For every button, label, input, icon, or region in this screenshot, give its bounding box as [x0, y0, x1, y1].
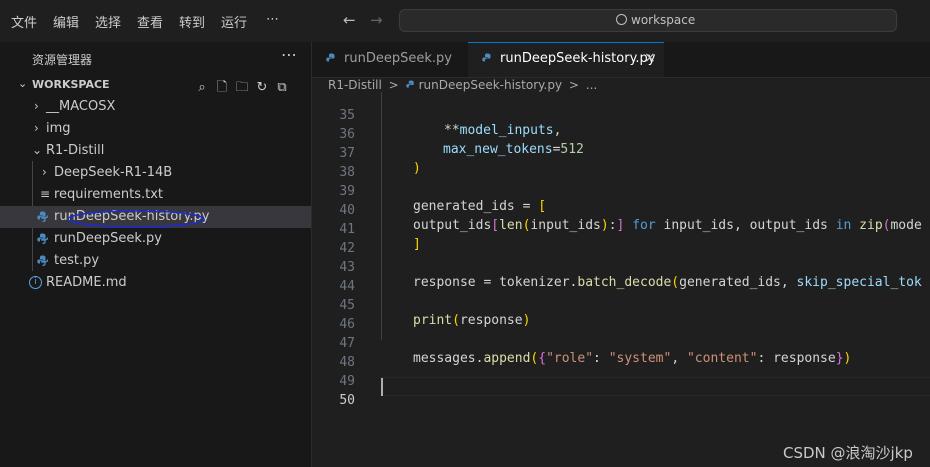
more-actions-icon[interactable]: ⋯	[281, 45, 297, 64]
watermark: CSDN @浪淘沙jkp	[783, 444, 913, 462]
python-file-icon	[326, 53, 335, 62]
tree-item-rundeepseek-history[interactable]: runDeepSeek-history.py	[0, 206, 311, 228]
tree-item-r1-distill[interactable]: ⌄ R1-Distill	[0, 140, 311, 162]
tree-item-label: DeepSeek-R1-14B	[54, 165, 173, 180]
tree-item-test[interactable]: test.py	[0, 250, 311, 272]
tree-item-macosx[interactable]: › __MACOSX	[0, 96, 311, 118]
workspace-header[interactable]: ⌄ WORKSPACE ⌕ 🗋 🗀 ↻ ⧉	[0, 74, 311, 96]
back-arrow-icon[interactable]: ←	[343, 11, 356, 29]
explorer-sidebar: 资源管理器 ⋯ ⌄ WORKSPACE ⌕ 🗋 🗀 ↻ ⧉ › __MACOSX › i…	[0, 42, 312, 467]
code-line: 44	[312, 264, 930, 294]
code-line: 50	[312, 378, 930, 408]
code-line: 39 generated_ids = [	[312, 169, 930, 214]
code-line: 48	[312, 340, 930, 370]
search-icon	[616, 14, 627, 25]
line-number: 50	[339, 393, 355, 408]
python-file-icon	[37, 233, 48, 244]
tree-item-label: img	[46, 121, 71, 136]
code-line: 43 response = tokenizer.batch_decode(gen…	[312, 245, 930, 290]
python-file-icon	[405, 80, 414, 88]
tree-item-readme[interactable]: i README.md	[0, 272, 311, 294]
code-editor[interactable]: 35 **model_inputs, 36 max_new_tokens=512…	[312, 92, 930, 467]
breadcrumb-folder[interactable]: R1-Distill	[328, 78, 382, 92]
chevron-down-icon: ⌄	[32, 143, 43, 157]
workspace-label: WORKSPACE	[32, 78, 110, 91]
breadcrumb-separator: >	[568, 78, 579, 92]
code-line: 47 messages.append({"role": "system", "c…	[312, 321, 930, 366]
menu-view[interactable]: 查看	[137, 12, 163, 31]
close-icon[interactable]: ×	[644, 50, 656, 66]
menu-more[interactable]: ⋯	[266, 12, 279, 27]
code-line: 42	[312, 226, 930, 256]
code-line: 36 max_new_tokens=512	[312, 112, 930, 157]
code-line: 37 )	[312, 131, 930, 176]
tree-item-deepseek-r1-14b[interactable]: › DeepSeek-R1-14B	[0, 162, 311, 184]
code-line: 41 ]	[312, 207, 930, 252]
tree-item-rundeepseek[interactable]: runDeepSeek.py	[0, 228, 311, 250]
python-file-icon	[37, 211, 48, 222]
refresh-icon[interactable]: ↻	[252, 80, 272, 95]
tree-item-label: runDeepSeek.py	[54, 231, 162, 246]
explorer-title: 资源管理器	[32, 53, 93, 67]
tab-label: runDeepSeek-history.py	[500, 51, 656, 66]
forward-arrow-icon[interactable]: →	[370, 11, 383, 29]
python-file-icon	[37, 255, 48, 266]
python-file-icon	[482, 53, 491, 62]
menu-run[interactable]: 运行	[221, 12, 247, 31]
collapse-all-icon[interactable]: ⧉	[272, 80, 292, 95]
code-line: 49	[312, 359, 930, 389]
chevron-down-icon: ⌄	[18, 77, 28, 90]
breadcrumb-symbol[interactable]: ...	[586, 78, 597, 92]
tree-item-label: __MACOSX	[46, 99, 116, 114]
code-line: 46	[312, 302, 930, 332]
chevron-right-icon: ›	[34, 99, 39, 113]
chevron-right-icon: ›	[42, 165, 47, 179]
search-icon[interactable]: ⌕	[192, 80, 212, 95]
tree-item-label: requirements.txt	[54, 187, 164, 202]
code-line: 38	[312, 150, 930, 180]
tab-rundeepseek-history[interactable]: runDeepSeek-history.py ×	[468, 42, 664, 77]
command-search-box[interactable]: workspace	[399, 9, 897, 32]
tree-item-img[interactable]: › img	[0, 118, 311, 140]
tree-item-requirements[interactable]: ≡ requirements.txt	[0, 184, 311, 206]
code-line: 45 print(response)	[312, 283, 930, 328]
text-file-icon: ≡	[40, 187, 51, 201]
breadcrumb-separator: >	[388, 78, 399, 92]
code-line: 40 output_ids[len(input_ids):] for input…	[312, 188, 930, 233]
editor-tabs: runDeepSeek.py runDeepSeek-history.py ×	[312, 42, 930, 78]
tree-item-label: R1-Distill	[46, 143, 105, 158]
tab-label: runDeepSeek.py	[344, 51, 452, 66]
tree-item-label: README.md	[46, 275, 127, 290]
code-line: 35 **model_inputs,	[312, 93, 930, 138]
menu-go[interactable]: 转到	[179, 12, 205, 31]
menu-edit[interactable]: 编辑	[53, 12, 79, 31]
breadcrumb: R1-Distill > runDeepSeek-history.py > ..…	[328, 78, 600, 92]
tree-item-label: test.py	[54, 253, 100, 268]
breadcrumb-file[interactable]: runDeepSeek-history.py	[419, 78, 563, 92]
tab-rundeepseek[interactable]: runDeepSeek.py	[312, 42, 468, 77]
title-bar: 文件 编辑 选择 查看 转到 运行 ⋯ ← → workspace	[0, 0, 930, 42]
text-cursor	[381, 378, 383, 396]
menu-file[interactable]: 文件	[11, 12, 37, 31]
menu-selection[interactable]: 选择	[95, 12, 121, 31]
chevron-right-icon: ›	[34, 121, 39, 135]
info-icon: i	[29, 276, 42, 289]
search-text: workspace	[631, 13, 696, 27]
hand-drawn-ellipse-annotation	[68, 210, 205, 228]
